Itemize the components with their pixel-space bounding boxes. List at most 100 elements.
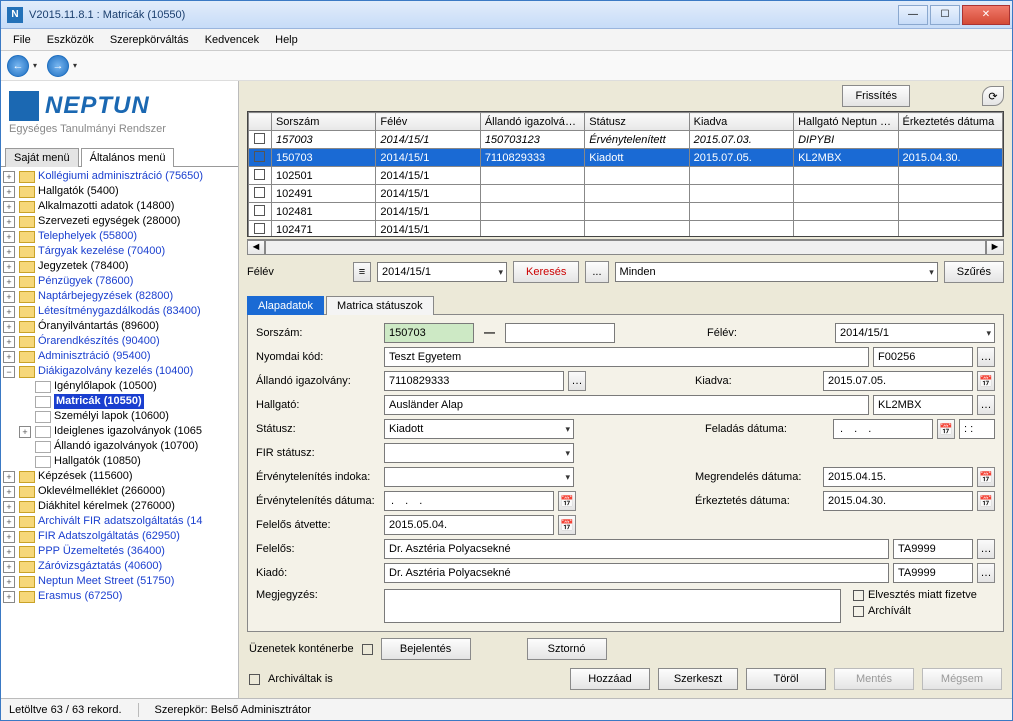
cancel-button[interactable]: Mégsem	[922, 668, 1002, 690]
add-button[interactable]: Hozzáad	[570, 668, 650, 690]
nav-forward-dropdown[interactable]: ▾	[73, 61, 83, 70]
tab-matrica-statuszok[interactable]: Matrica státuszok	[326, 296, 434, 315]
edit-button[interactable]: Szerkeszt	[658, 668, 738, 690]
expand-icon[interactable]: +	[3, 591, 15, 603]
row-checkbox[interactable]	[254, 223, 265, 234]
browse-button[interactable]: …	[977, 347, 995, 367]
expand-icon[interactable]: +	[3, 471, 15, 483]
calendar-icon[interactable]: 📅	[977, 467, 995, 487]
calendar-icon[interactable]: 📅	[977, 491, 995, 511]
row-checkbox[interactable]	[254, 205, 265, 216]
expand-icon[interactable]: +	[3, 576, 15, 588]
calendar-icon[interactable]: 📅	[937, 419, 955, 439]
menu-help[interactable]: Help	[267, 31, 306, 49]
delete-button[interactable]: Töröl	[746, 668, 826, 690]
nyomdai-code-input[interactable]: F00256	[873, 347, 973, 367]
grid-hscrollbar[interactable]: ◄ ►	[247, 239, 1004, 255]
table-row[interactable]: 1024912014/15/1	[249, 185, 1003, 203]
expand-icon[interactable]: +	[3, 546, 15, 558]
status-select[interactable]: Kiadott	[384, 419, 574, 439]
table-row[interactable]: 1024712014/15/1	[249, 221, 1003, 237]
uzenetek-checkbox[interactable]	[362, 644, 373, 655]
expand-icon[interactable]: +	[19, 426, 31, 438]
kiado-input[interactable]: Dr. Asztéria Polyacsekné	[384, 563, 889, 583]
search-button[interactable]: Keresés	[513, 261, 579, 283]
menu-favorites[interactable]: Kedvencek	[197, 31, 267, 49]
megrend-input[interactable]: 2015.04.15.	[823, 467, 973, 487]
grid-header-check[interactable]	[249, 113, 272, 131]
tree-item[interactable]: Erasmus (67250)	[38, 589, 122, 604]
expand-icon[interactable]: +	[3, 501, 15, 513]
tree-item[interactable]: Kollégiumi adminisztráció (75650)	[38, 169, 203, 184]
row-checkbox[interactable]	[254, 151, 265, 162]
table-row[interactable]: 1507032014/15/17110829333Kiadott2015.07.…	[249, 149, 1003, 167]
browse-button[interactable]: …	[977, 395, 995, 415]
row-checkbox[interactable]	[254, 133, 265, 144]
refresh-button[interactable]: Frissítés	[842, 85, 910, 107]
feladas-date-input[interactable]: . . .	[833, 419, 933, 439]
tree-item[interactable]: Neptun Meet Street (51750)	[38, 574, 174, 589]
data-grid[interactable]: Sorszám Félév Állandó igazolván… Státusz…	[247, 111, 1004, 237]
hallgato-input[interactable]: Ausländer Alap	[384, 395, 869, 415]
tree-item[interactable]: Ideiglenes igazolványok (1065	[54, 424, 202, 439]
feladas-time-input[interactable]: : :	[959, 419, 995, 439]
grid-header-neptun[interactable]: Hallgató Neptun …	[794, 113, 898, 131]
kiadva-input[interactable]: 2015.07.05.	[823, 371, 973, 391]
calendar-icon[interactable]: 📅	[977, 371, 995, 391]
expand-icon[interactable]: +	[3, 336, 15, 348]
tree-item[interactable]: Adminisztráció (95400)	[38, 349, 151, 364]
calendar-icon[interactable]: 📅	[558, 491, 576, 511]
save-button[interactable]: Mentés	[834, 668, 914, 690]
maximize-button[interactable]: ☐	[930, 5, 960, 25]
expand-icon[interactable]: +	[3, 216, 15, 228]
expand-icon[interactable]: +	[3, 246, 15, 258]
archivalt-checkbox[interactable]: Archívált	[853, 605, 995, 617]
browse-button[interactable]: …	[977, 563, 995, 583]
browse-button[interactable]: …	[977, 539, 995, 559]
bejelentes-button[interactable]: Bejelentés	[381, 638, 471, 660]
sorszam-input[interactable]: 150703	[384, 323, 474, 343]
tree-item[interactable]: Naptárbejegyzések (82800)	[38, 289, 173, 304]
expand-icon[interactable]: +	[3, 186, 15, 198]
felelos-input[interactable]: Dr. Asztéria Polyacsekné	[384, 539, 889, 559]
ervind-select[interactable]	[384, 467, 574, 487]
row-checkbox[interactable]	[254, 169, 265, 180]
table-row[interactable]: 1025012014/15/1	[249, 167, 1003, 185]
nav-back-dropdown[interactable]: ▾	[33, 61, 43, 70]
tree-item[interactable]: Záróvizsgáztatás (40600)	[38, 559, 162, 574]
filter-minden-select[interactable]: Minden	[615, 262, 938, 282]
nav-back-button[interactable]: ←	[7, 55, 29, 77]
allando-input[interactable]: 7110829333	[384, 371, 564, 391]
grid-header-erk[interactable]: Érkeztetés dátuma	[898, 113, 1003, 131]
tree-item[interactable]: Diákhitel kérelmek (276000)	[38, 499, 175, 514]
scroll-right-icon[interactable]: ►	[986, 240, 1004, 255]
grid-header-kiadva[interactable]: Kiadva	[689, 113, 793, 131]
tree-item[interactable]: Pénzügyek (78600)	[38, 274, 133, 289]
browse-button[interactable]: …	[568, 371, 586, 391]
expand-icon[interactable]: +	[3, 261, 15, 273]
tree-item[interactable]: Állandó igazolványok (10700)	[54, 439, 198, 454]
menu-role[interactable]: Szerepkörváltás	[102, 31, 197, 49]
scroll-left-icon[interactable]: ◄	[247, 240, 265, 255]
expand-icon[interactable]: +	[3, 351, 15, 363]
expand-icon[interactable]: +	[3, 561, 15, 573]
expand-icon[interactable]: +	[3, 171, 15, 183]
archivaltak-checkbox[interactable]	[249, 674, 260, 685]
tree-item[interactable]: Képzések (115600)	[38, 469, 133, 484]
table-row[interactable]: 1024812014/15/1	[249, 203, 1003, 221]
menu-file[interactable]: File	[5, 31, 39, 49]
calendar-icon[interactable]: 📅	[558, 515, 576, 535]
megj-input[interactable]	[384, 589, 841, 623]
tree-item[interactable]: Telephelyek (55800)	[38, 229, 137, 244]
expand-icon[interactable]: +	[3, 486, 15, 498]
filter-button[interactable]: Szűrés	[944, 261, 1004, 283]
list-icon[interactable]: ≡	[353, 262, 371, 282]
expand-icon[interactable]: +	[3, 201, 15, 213]
tree-item[interactable]: Hallgatók (10850)	[54, 454, 141, 469]
nav-forward-button[interactable]: →	[47, 55, 69, 77]
nav-tree[interactable]: + Kollégiumi adminisztráció (75650) + Hall…	[1, 167, 238, 698]
tree-item[interactable]: Hallgatók (5400)	[38, 184, 119, 199]
tree-item[interactable]: Alkalmazotti adatok (14800)	[38, 199, 174, 214]
nyomdai-input[interactable]: Teszt Egyetem	[384, 347, 869, 367]
tree-item[interactable]: Diákigazolvány kezelés (10400)	[38, 364, 193, 379]
